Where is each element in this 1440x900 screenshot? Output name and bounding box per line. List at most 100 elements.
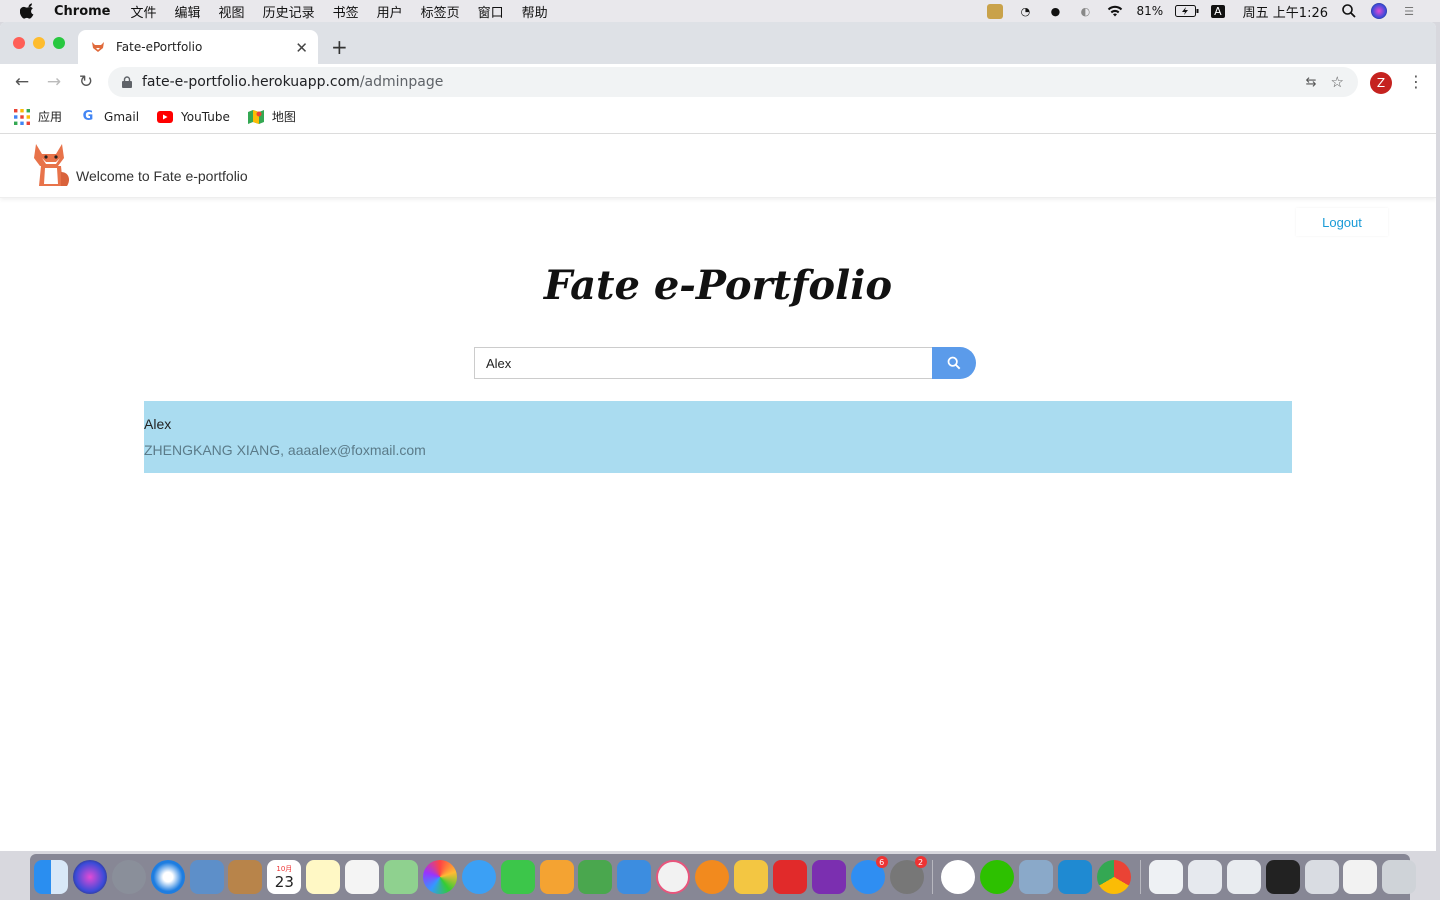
search-input[interactable]	[474, 347, 932, 379]
more-menu-icon[interactable]: ⋮	[1408, 72, 1424, 91]
zoom-window-button[interactable]	[53, 37, 65, 49]
wechat-icon[interactable]	[980, 860, 1015, 894]
clock[interactable]: 周五 上午1:26	[1243, 2, 1328, 21]
youdao-icon[interactable]	[772, 860, 807, 894]
macos-dock: 10月 23 6 2	[30, 854, 1417, 900]
reload-icon[interactable]: ↻	[75, 71, 97, 93]
safari-icon[interactable]	[150, 860, 185, 894]
launchpad-icon[interactable]	[111, 860, 146, 894]
keynote-icon[interactable]	[617, 860, 652, 894]
calendar-icon[interactable]: 10月 23	[267, 860, 302, 894]
address-bar[interactable]: fate-e-portfolio.herokuapp.com/adminpage…	[108, 67, 1358, 97]
onenote-icon[interactable]	[811, 860, 846, 894]
minimized-window-6[interactable]	[1343, 860, 1378, 894]
jetbrains-icon[interactable]	[734, 860, 769, 894]
siri-icon[interactable]	[1370, 3, 1388, 19]
close-tab-icon[interactable]: ✕	[295, 39, 308, 57]
bookmark-star-icon[interactable]: ☆	[1331, 73, 1344, 91]
bookmark-label: Gmail	[104, 109, 140, 124]
active-tab[interactable]: Fate-ePortfolio ✕	[78, 30, 318, 64]
minimized-window-3[interactable]	[1226, 860, 1261, 894]
app-store-icon[interactable]: 6	[850, 856, 888, 894]
minimized-window-4[interactable]	[1265, 860, 1300, 894]
menu-tab[interactable]: 标签页	[421, 2, 460, 21]
minimized-window-2[interactable]	[1187, 860, 1222, 894]
menu-edit[interactable]: 编辑	[175, 2, 201, 21]
preview-icon[interactable]	[1019, 860, 1054, 894]
contacts-icon[interactable]	[228, 860, 263, 894]
facetime-icon[interactable]	[500, 860, 535, 894]
logout-link[interactable]: Logout	[1296, 208, 1388, 236]
minimize-window-button[interactable]	[33, 37, 45, 49]
chrome-window: Fate-ePortfolio ✕ + ← → ↻ fate-e-portfol…	[0, 22, 1436, 851]
minimized-window-1[interactable]	[1148, 860, 1183, 894]
back-arrow-icon[interactable]: ←	[11, 71, 33, 93]
menu-bookmarks[interactable]: 书签	[333, 2, 359, 21]
pages-icon[interactable]	[539, 860, 574, 894]
bookmark-maps[interactable]: 地图	[247, 108, 296, 125]
siri-icon[interactable]	[72, 860, 107, 894]
bookmark-label: YouTube	[181, 109, 230, 124]
fox-logo-icon[interactable]	[30, 142, 72, 188]
maps-dock-icon[interactable]	[384, 860, 419, 894]
photos-icon[interactable]	[422, 860, 457, 894]
settings-badge: 2	[914, 856, 927, 868]
mail-icon[interactable]	[189, 860, 224, 894]
menu-people[interactable]: 用户	[377, 2, 403, 21]
qq-tray-icon[interactable]: ◔	[1016, 3, 1034, 19]
jetbrains-tray-icon[interactable]	[986, 3, 1004, 19]
browser-toolbar: ← → ↻ fate-e-portfolio.herokuapp.com/adm…	[0, 64, 1436, 100]
vscode-icon[interactable]	[1058, 860, 1093, 894]
translate-icon[interactable]: ⇆	[1306, 75, 1317, 90]
notification-center-icon[interactable]: ☰	[1400, 3, 1418, 19]
menu-app-name[interactable]: Chrome	[54, 4, 111, 19]
itunes-icon[interactable]	[656, 860, 691, 894]
app-store-badge: 6	[875, 856, 888, 868]
search-icon	[947, 356, 961, 370]
google-icon: G	[82, 109, 94, 124]
close-window-button[interactable]	[13, 37, 25, 49]
minimized-window-5[interactable]	[1304, 860, 1339, 894]
wifi-icon[interactable]	[1106, 3, 1124, 19]
trash-icon[interactable]	[1382, 860, 1417, 894]
new-tab-icon[interactable]: +	[331, 35, 348, 59]
search-bar	[474, 347, 976, 379]
books-icon[interactable]	[695, 860, 730, 894]
apple-icon[interactable]	[20, 3, 36, 19]
search-result-item[interactable]: Alex ZHENGKANG XIANG, aaaalex@foxmail.co…	[144, 401, 1292, 473]
menu-file[interactable]: 文件	[131, 2, 157, 21]
bookmark-label: 地图	[271, 110, 296, 124]
system-preferences-icon[interactable]: 2	[889, 856, 927, 894]
menu-view[interactable]: 视图	[219, 2, 245, 21]
finder-icon[interactable]	[34, 860, 68, 894]
numbers-icon[interactable]	[578, 860, 613, 894]
menu-window[interactable]: 窗口	[478, 2, 504, 21]
mongodb-icon[interactable]	[941, 860, 976, 894]
notes-icon[interactable]	[306, 860, 341, 894]
wechat-tray-icon[interactable]: ●	[1046, 3, 1064, 19]
chrome-icon[interactable]	[1097, 860, 1132, 894]
bookmark-youtube[interactable]: YouTube	[157, 109, 230, 125]
search-button[interactable]	[932, 347, 976, 379]
input-method-indicator[interactable]: A	[1211, 4, 1225, 18]
forward-arrow-icon[interactable]: →	[43, 71, 65, 93]
sync-tray-icon[interactable]: ◐	[1076, 3, 1094, 19]
site-header: Welcome to Fate e-portfolio	[0, 134, 1436, 198]
page-title: Fate e-Portfolio	[543, 262, 893, 309]
battery-icon[interactable]	[1175, 3, 1199, 19]
maps-icon	[247, 109, 264, 124]
bookmark-apps[interactable]: 应用	[14, 108, 62, 125]
bookmark-gmail[interactable]: G Gmail	[80, 109, 139, 125]
menu-history[interactable]: 历史记录	[263, 2, 315, 21]
url-host: fate-e-portfolio.herokuapp.com	[142, 74, 360, 90]
dock-separator	[932, 860, 934, 894]
lock-icon[interactable]	[122, 76, 132, 88]
menu-help[interactable]: 帮助	[522, 2, 548, 21]
url-path: /adminpage	[359, 74, 444, 90]
result-name: Alex	[144, 416, 172, 432]
reminders-icon[interactable]	[345, 860, 380, 894]
messages-icon[interactable]	[461, 860, 496, 894]
bookmark-label: 应用	[38, 110, 63, 124]
profile-avatar[interactable]: Z	[1370, 72, 1392, 94]
spotlight-search-icon[interactable]	[1340, 3, 1358, 19]
